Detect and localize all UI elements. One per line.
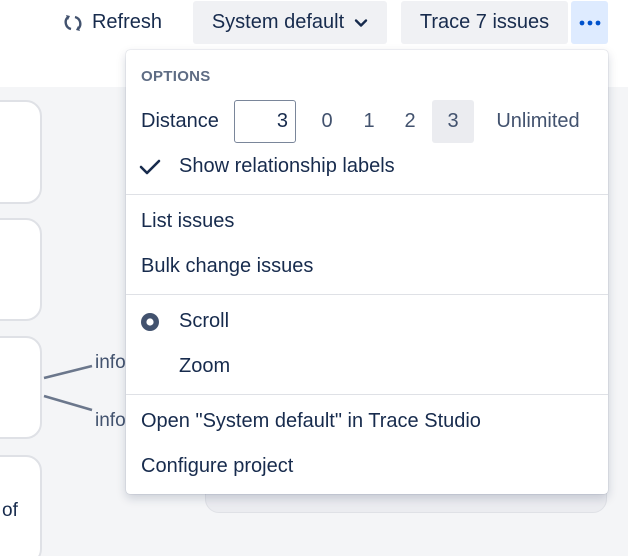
issue-node[interactable]: [0, 218, 42, 321]
distance-option-3[interactable]: 3: [432, 100, 474, 143]
more-horizontal-icon: [579, 19, 601, 27]
refresh-label: Refresh: [91, 11, 163, 33]
zoom-mode-label: Zoom: [179, 355, 231, 377]
bulk-change-issues-label: Bulk change issues: [141, 255, 314, 277]
menu-divider: [126, 294, 608, 295]
options-menu: OPTIONS Distance 0 1 2 3 Unlimited Show …: [126, 50, 608, 494]
menu-divider: [126, 394, 608, 395]
relationship-label: info: [95, 410, 126, 431]
zoom-mode-option[interactable]: Zoom: [126, 344, 608, 389]
show-relationship-labels-label: Show relationship labels: [179, 155, 395, 177]
view-select-label: System default: [211, 11, 345, 33]
relationship-label: info: [95, 352, 126, 373]
distance-option-0[interactable]: 0: [309, 100, 345, 143]
issue-node[interactable]: [0, 336, 42, 439]
open-in-trace-studio-item[interactable]: Open "System default" in Trace Studio: [126, 399, 608, 444]
view-select-button[interactable]: System default: [193, 1, 387, 44]
menu-divider: [126, 194, 608, 195]
refresh-button[interactable]: Refresh: [56, 1, 168, 44]
distance-option-2[interactable]: 2: [392, 100, 428, 143]
bulk-change-issues-item[interactable]: Bulk change issues: [126, 244, 608, 289]
show-relationship-labels-toggle[interactable]: Show relationship labels: [126, 144, 608, 189]
issue-node[interactable]: [0, 100, 42, 204]
scroll-mode-label: Scroll: [179, 310, 230, 332]
scroll-mode-option[interactable]: Scroll: [126, 299, 608, 344]
options-heading: OPTIONS: [141, 68, 211, 85]
refresh-icon: [62, 12, 84, 34]
distance-label: Distance: [141, 110, 219, 132]
chevron-down-icon: [354, 16, 368, 30]
issue-node-text: of: [2, 500, 18, 521]
trace-issues-button[interactable]: Trace 7 issues: [401, 1, 568, 44]
open-in-trace-studio-label: Open "System default" in Trace Studio: [141, 410, 481, 432]
trace-issues-label: Trace 7 issues: [419, 11, 550, 33]
list-issues-label: List issues: [141, 210, 235, 232]
distance-input[interactable]: [234, 100, 296, 143]
configure-project-item[interactable]: Configure project: [126, 444, 608, 489]
distance-option-1[interactable]: 1: [351, 100, 387, 143]
toolbar: Refresh System default Trace 7 issues: [0, 0, 628, 46]
list-issues-item[interactable]: List issues: [126, 199, 608, 244]
configure-project-label: Configure project: [141, 455, 294, 477]
check-icon: [139, 156, 161, 178]
radio-selected-icon: [140, 312, 160, 332]
distance-option-unlimited[interactable]: Unlimited: [483, 100, 593, 143]
more-options-button[interactable]: [571, 1, 608, 44]
